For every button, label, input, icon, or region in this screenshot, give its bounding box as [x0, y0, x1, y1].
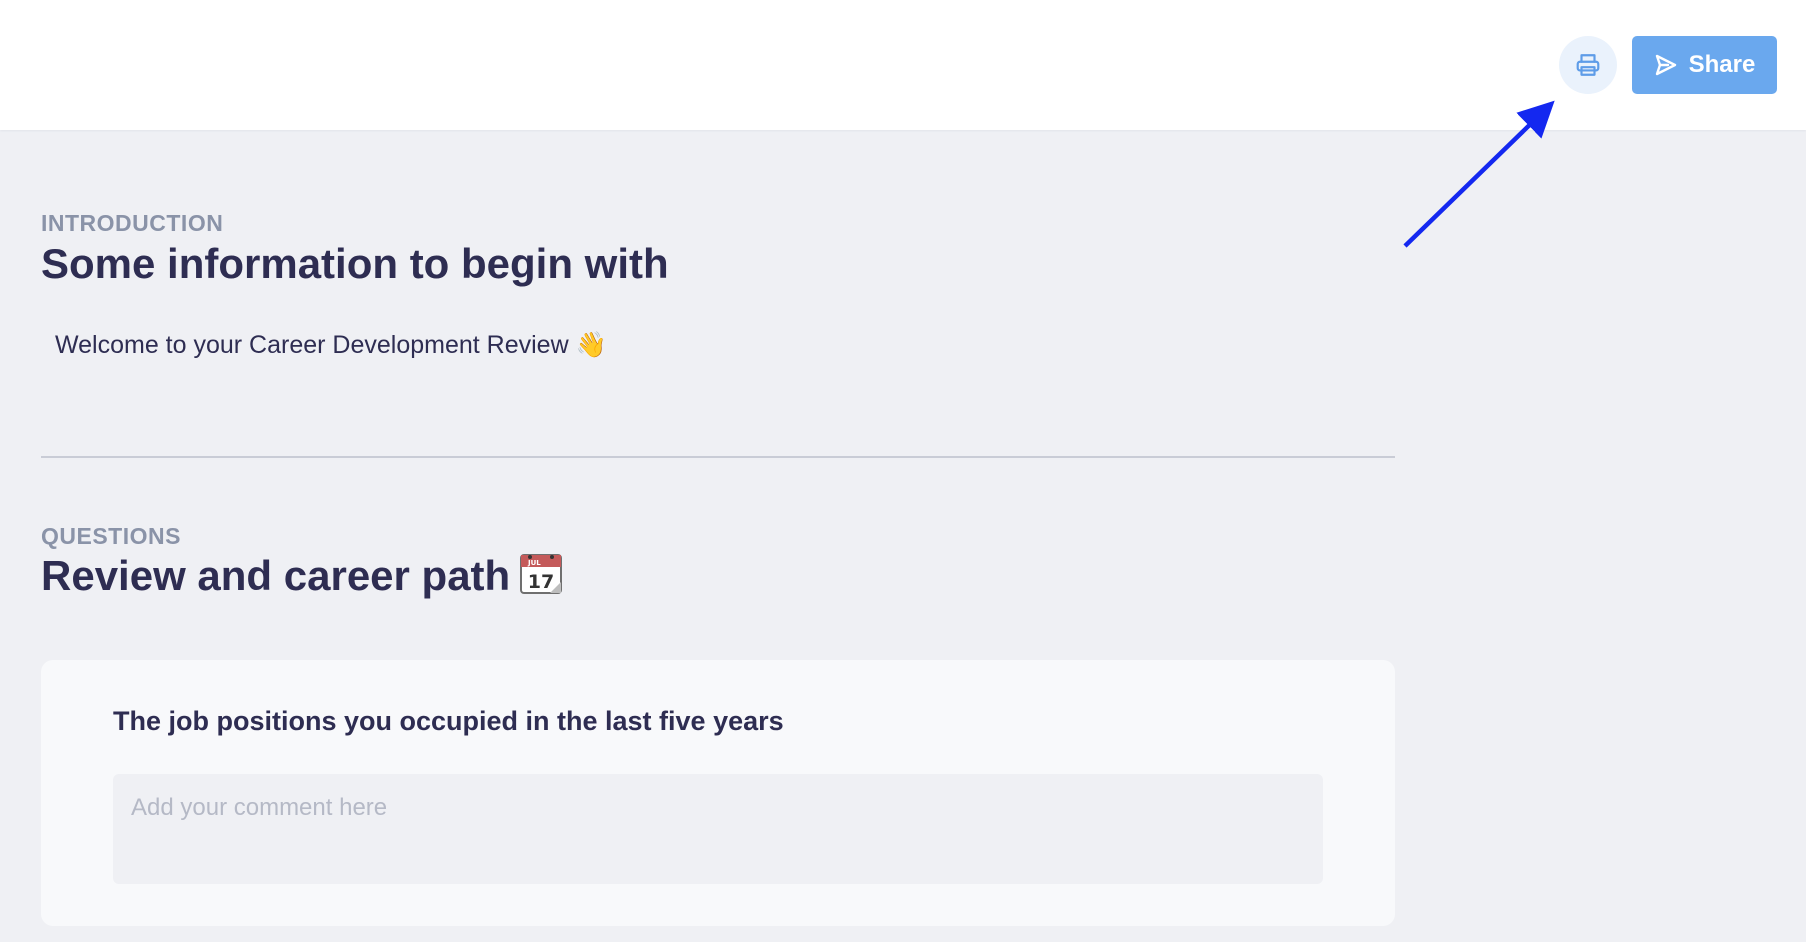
question-text: The job positions you occupied in the la…: [113, 706, 784, 736]
printer-icon: [1576, 54, 1600, 76]
calendar-month-text: JUL: [527, 559, 541, 567]
print-button[interactable]: [1559, 36, 1617, 94]
questions-label: QUESTIONS: [41, 523, 181, 549]
comment-input[interactable]: [113, 774, 1323, 884]
question-card: The job positions you occupied in the la…: [41, 660, 1395, 926]
calendar-icon: JUL 17: [520, 552, 563, 604]
section-divider: [41, 456, 1395, 458]
send-icon: [1655, 54, 1676, 76]
calendar-day-text: 17: [528, 571, 554, 593]
questions-title-row: Review and career path JUL 17: [41, 552, 563, 604]
top-bar: Share: [0, 0, 1806, 130]
share-button[interactable]: Share: [1632, 36, 1777, 94]
introduction-label: INTRODUCTION: [41, 210, 224, 236]
share-label: Share: [1688, 51, 1756, 78]
questions-title: Review and career path: [41, 552, 511, 599]
introduction-title: Some information to begin with: [41, 240, 669, 287]
introduction-text: Welcome to your Career Development Revie…: [55, 331, 607, 359]
